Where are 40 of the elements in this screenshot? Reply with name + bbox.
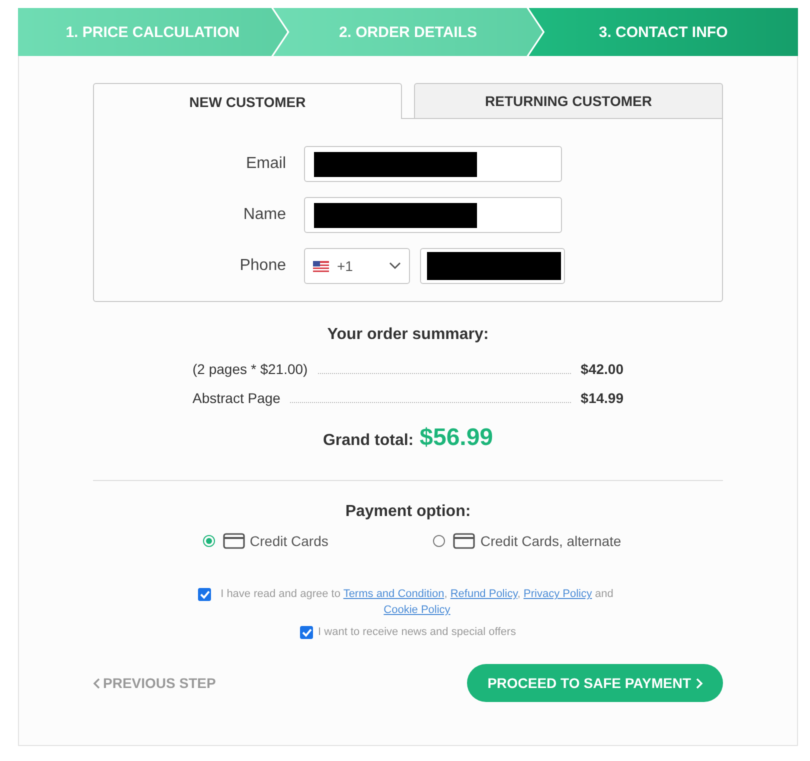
total-amount: $56.99 xyxy=(420,424,494,452)
credit-card-icon xyxy=(222,533,245,549)
policy-link[interactable]: Terms and Condition xyxy=(343,588,444,600)
customer-tab[interactable]: NEW CUSTOMER xyxy=(93,83,402,119)
line-amount: $14.99 xyxy=(580,390,624,406)
step-tab[interactable]: 1. PRICE CALCULATION xyxy=(18,8,288,56)
chevron-right-icon xyxy=(696,678,703,688)
input-field[interactable] xyxy=(304,146,562,182)
step-tab[interactable]: 3. CONTACT INFO xyxy=(528,8,798,56)
agreement-text: I want to receive news and special offers xyxy=(318,625,516,640)
line-item: (2 pages * $21.00) xyxy=(192,361,308,377)
previous-step-link[interactable]: PREVIOUS STEP xyxy=(93,675,216,691)
policy-link[interactable]: Refund Policy xyxy=(450,588,518,600)
line-amount: $42.00 xyxy=(580,361,624,377)
policy-link[interactable]: Cookie Policy xyxy=(384,604,450,616)
checkbox[interactable] xyxy=(300,626,314,639)
option-label: Credit Cards, alternate xyxy=(480,533,622,549)
chevron-down-icon xyxy=(389,262,401,270)
policy-link[interactable]: Privacy Policy xyxy=(524,588,592,600)
radio-button[interactable] xyxy=(433,535,446,547)
field-label: Phone xyxy=(238,257,286,275)
phone-field[interactable] xyxy=(420,248,565,284)
total-label: Grand total: xyxy=(322,432,414,450)
line-item: Abstract Page xyxy=(192,390,280,406)
proceed-button[interactable]: PROCEED TO SAFE PAYMENT xyxy=(467,664,723,702)
credit-card-icon xyxy=(453,533,476,549)
customer-tab[interactable]: RETURNING CUSTOMER xyxy=(414,83,723,118)
agreement-text: I have read and agree to Terms and Condition, Refund Policy, Privacy Policy and Cookie Policy xyxy=(220,587,614,618)
radio-button[interactable] xyxy=(202,535,215,547)
payment-title: Payment option: xyxy=(345,503,471,521)
field-label: Name xyxy=(242,206,286,224)
flag-icon xyxy=(313,260,329,272)
checkbox[interactable] xyxy=(198,588,211,601)
country-select[interactable]: +1 xyxy=(304,248,410,284)
chevron-left-icon xyxy=(93,678,100,688)
field-label: Email xyxy=(244,155,286,173)
option-label: Credit Cards xyxy=(250,533,328,549)
input-field[interactable] xyxy=(304,197,562,233)
step-tab[interactable]: 2. ORDER DETAILS xyxy=(273,8,543,56)
summary-title: Your order summary: xyxy=(327,326,489,344)
